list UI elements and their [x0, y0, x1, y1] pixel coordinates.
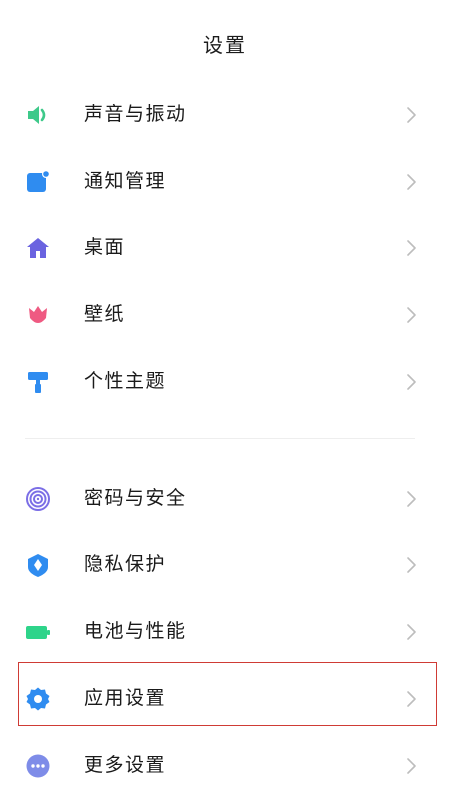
battery-icon [26, 626, 50, 639]
chevron-right-icon [407, 557, 416, 573]
chevron-right-icon [407, 758, 416, 774]
chevron-right-icon [407, 374, 416, 390]
settings-item-battery[interactable]: 电池与性能 [0, 599, 450, 663]
fingerprint-icon [26, 487, 50, 511]
settings-item-label: 声音与振动 [84, 103, 187, 125]
settings-item-sound[interactable]: 声音与振动 [0, 82, 450, 146]
status-bar [0, 0, 450, 8]
settings-item-label: 个性主题 [84, 370, 167, 392]
settings-item-security[interactable]: 密码与安全 [0, 466, 450, 530]
chevron-right-icon [407, 624, 416, 640]
settings-item-label: 隐私保护 [84, 553, 167, 575]
group-divider [25, 438, 415, 439]
settings-item-privacy[interactable]: 隐私保护 [0, 532, 450, 596]
tulip-icon [29, 306, 47, 323]
settings-item-label: 通知管理 [84, 170, 167, 192]
settings-item-label: 电池与性能 [84, 620, 187, 642]
settings-item-more[interactable]: 更多设置 [0, 733, 450, 797]
home-icon [27, 238, 49, 258]
page-title: 设置 [203, 33, 247, 57]
chevron-right-icon [407, 691, 416, 707]
settings-item-themes[interactable]: 个性主题 [0, 349, 450, 413]
settings-item-label: 壁纸 [84, 303, 126, 325]
more-icon [26, 754, 50, 778]
settings-item-label: 密码与安全 [84, 487, 187, 509]
paint-roller-icon [28, 372, 48, 393]
chevron-right-icon [407, 491, 416, 507]
notification-icon [27, 170, 50, 192]
settings-item-apps[interactable]: 应用设置 [0, 666, 450, 730]
chevron-right-icon [407, 107, 416, 123]
chevron-right-icon [407, 240, 416, 256]
gear-icon [26, 687, 50, 711]
settings-item-notifications[interactable]: 通知管理 [0, 149, 450, 213]
chevron-right-icon [407, 307, 416, 323]
speaker-icon [28, 106, 46, 124]
chevron-right-icon [407, 174, 416, 190]
settings-item-label: 桌面 [84, 236, 126, 258]
settings-item-label: 应用设置 [84, 687, 167, 709]
settings-item-wallpaper[interactable]: 壁纸 [0, 282, 450, 346]
settings-item-label: 更多设置 [84, 754, 167, 776]
settings-item-desktop[interactable]: 桌面 [0, 215, 450, 279]
shield-icon [28, 554, 48, 577]
